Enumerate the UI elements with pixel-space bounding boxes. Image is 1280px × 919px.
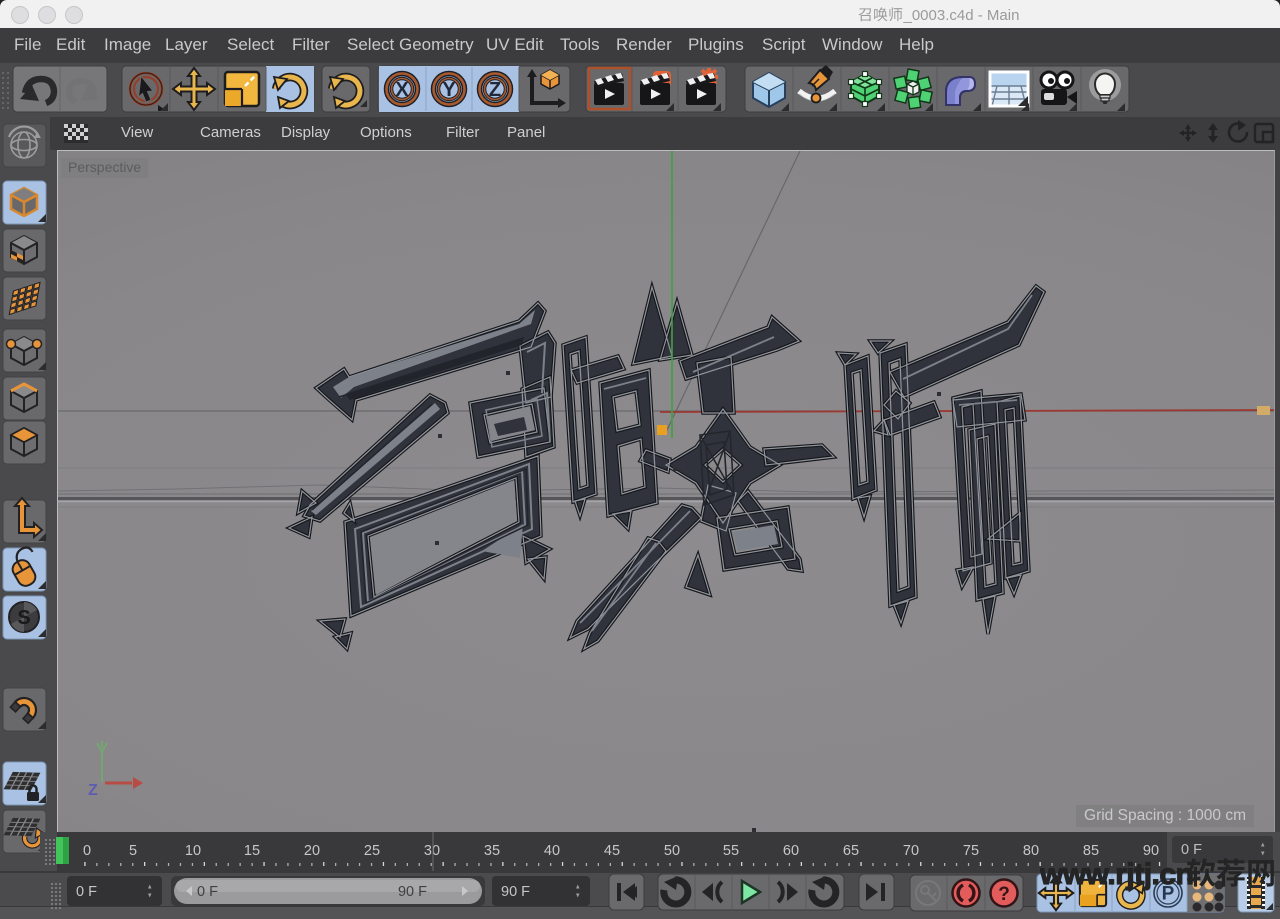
svg-text:40: 40 (544, 843, 560, 859)
svg-text:65: 65 (843, 843, 859, 859)
svg-text:90 F: 90 F (398, 884, 427, 900)
svg-text:55: 55 (723, 843, 739, 859)
svg-text:5: 5 (129, 843, 137, 859)
svg-text:www.rjtj.cn: www.rjtj.cn (1040, 858, 1193, 891)
svg-text:50: 50 (664, 843, 680, 859)
svg-text:90 F: 90 F (501, 884, 530, 900)
svg-text:20: 20 (304, 843, 320, 859)
svg-text:?: ? (998, 884, 1010, 905)
svg-text:0 F: 0 F (197, 884, 218, 900)
svg-text:15: 15 (244, 843, 260, 859)
svg-text:25: 25 (364, 843, 380, 859)
svg-text:Z: Z (489, 79, 501, 101)
svg-text:Z: Z (88, 782, 98, 799)
svg-text:75: 75 (963, 843, 979, 859)
svg-text:10: 10 (185, 843, 201, 859)
svg-text:35: 35 (484, 843, 500, 859)
svg-text:X: X (395, 79, 409, 101)
svg-text:60: 60 (783, 843, 799, 859)
svg-text:_0003.c4d - Main: _0003.c4d - Main (903, 7, 1020, 24)
svg-text:70: 70 (903, 843, 919, 859)
svg-text:45: 45 (604, 843, 620, 859)
svg-text:0 F: 0 F (76, 884, 97, 900)
svg-text:Y: Y (442, 79, 456, 101)
svg-text:0: 0 (83, 843, 91, 859)
svg-text:80: 80 (1023, 843, 1039, 859)
svg-text:S: S (17, 607, 30, 629)
svg-text:30: 30 (424, 843, 440, 859)
